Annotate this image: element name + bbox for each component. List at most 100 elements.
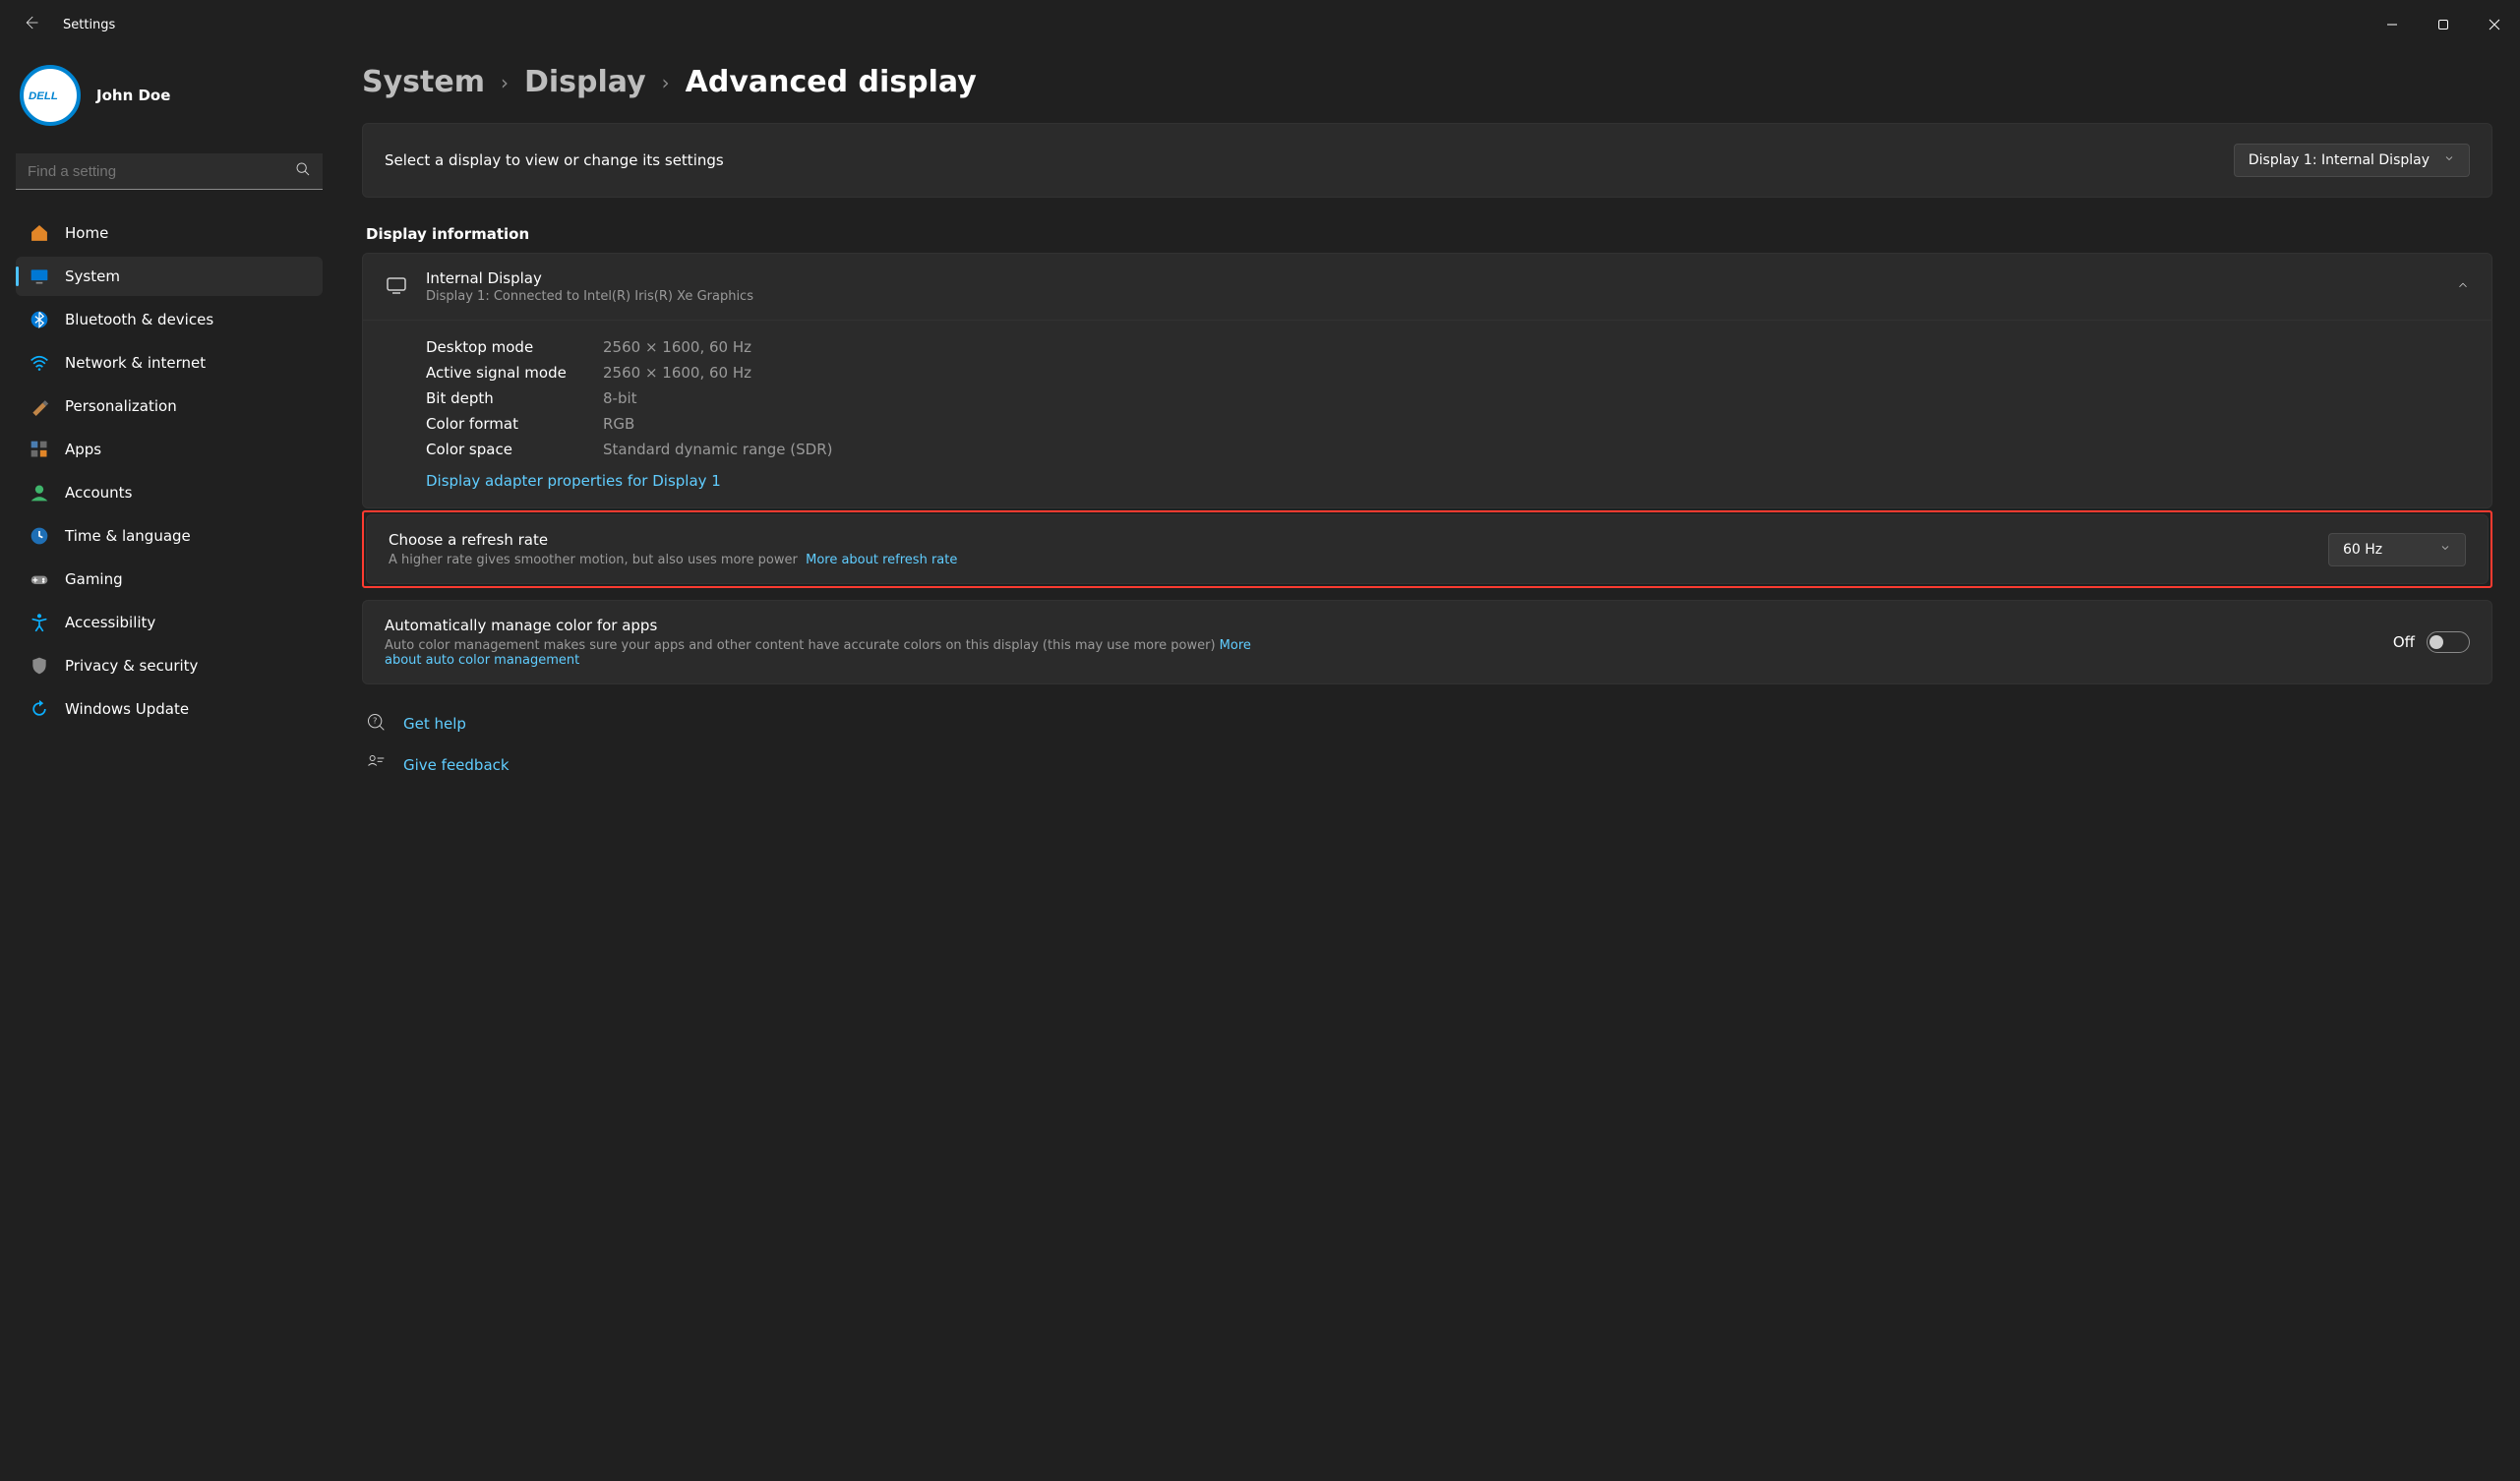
sidebar-item-label: Personalization (65, 397, 177, 415)
chevron-down-icon (2443, 152, 2455, 168)
accounts-icon (30, 483, 49, 503)
search-input[interactable] (28, 163, 295, 180)
gaming-icon (30, 569, 49, 589)
svg-text:DELL: DELL (29, 90, 58, 102)
spec-value: 8-bit (603, 389, 637, 407)
select-display-prompt: Select a display to view or change its s… (385, 151, 724, 169)
refresh-rate-card: Choose a refresh rate A higher rate give… (366, 514, 2489, 584)
sidebar-item-accounts[interactable]: Accounts (16, 473, 323, 512)
chevron-right-icon: › (501, 71, 509, 94)
auto-color-toggle[interactable]: Off (2393, 631, 2470, 653)
spec-row: Color space Standard dynamic range (SDR) (426, 437, 2470, 462)
update-icon (30, 699, 49, 719)
help-icon: ? (366, 712, 386, 736)
network-icon (30, 353, 49, 373)
svg-text:?: ? (373, 716, 377, 726)
sidebar-item-label: Accessibility (65, 614, 155, 631)
sidebar-item-label: System (65, 267, 120, 285)
spec-value: 2560 × 1600, 60 Hz (603, 338, 751, 356)
sidebar-item-gaming[interactable]: Gaming (16, 560, 323, 599)
help-links: ? Get help Give feedback (362, 712, 2492, 777)
sidebar-item-update[interactable]: Windows Update (16, 689, 323, 729)
sidebar-item-label: Privacy & security (65, 657, 198, 675)
spec-key: Color format (426, 415, 573, 433)
get-help-row[interactable]: ? Get help (366, 712, 2492, 736)
give-feedback-link[interactable]: Give feedback (403, 756, 510, 774)
sidebar-item-privacy[interactable]: Privacy & security (16, 646, 323, 685)
select-display-card: Select a display to view or change its s… (362, 123, 2492, 198)
close-button[interactable] (2469, 0, 2520, 49)
sidebar-item-personalization[interactable]: Personalization (16, 386, 323, 426)
sidebar-search[interactable] (16, 153, 323, 190)
breadcrumb: System › Display › Advanced display (362, 65, 2492, 99)
user-name: John Doe (96, 87, 170, 104)
bluetooth-icon (30, 310, 49, 329)
toggle-state: Off (2393, 633, 2415, 651)
section-heading: Display information (366, 225, 2492, 243)
spec-value: RGB (603, 415, 634, 433)
sidebar-item-label: Windows Update (65, 700, 189, 718)
sidebar-item-system[interactable]: System (16, 257, 323, 296)
spec-row: Active signal mode2560 × 1600, 60 Hz (426, 360, 2470, 385)
accessibility-icon (30, 613, 49, 632)
window-controls (2367, 0, 2520, 49)
home-icon (30, 223, 49, 243)
sidebar-item-label: Time & language (65, 527, 191, 545)
clock-icon (30, 526, 49, 546)
breadcrumb-display[interactable]: Display (524, 65, 646, 99)
main-content: System › Display › Advanced display Sele… (334, 49, 2520, 1481)
system-icon (30, 267, 49, 286)
maximize-button[interactable] (2418, 0, 2469, 49)
breadcrumb-current: Advanced display (686, 65, 977, 99)
sidebar-item-time[interactable]: Time & language (16, 516, 323, 556)
select-display-dropdown[interactable]: Display 1: Internal Display (2234, 144, 2470, 177)
back-icon[interactable] (22, 14, 39, 35)
shield-icon (30, 656, 49, 676)
display-info-header[interactable]: Internal Display Display 1: Connected to… (363, 254, 2491, 321)
sidebar-item-bluetooth[interactable]: Bluetooth & devices (16, 300, 323, 339)
sidebar: DELL John Doe Home System Bluetooth & de… (0, 49, 334, 1481)
user-account[interactable]: DELL John Doe (16, 65, 323, 126)
sidebar-item-label: Network & internet (65, 354, 206, 372)
get-help-link[interactable]: Get help (403, 715, 466, 733)
spec-key: Desktop mode (426, 338, 573, 356)
adapter-properties-link[interactable]: Display adapter properties for Display 1 (426, 472, 721, 490)
spec-value: Standard dynamic range (SDR) (603, 441, 832, 458)
app-title: Settings (63, 18, 115, 32)
give-feedback-row[interactable]: Give feedback (366, 753, 2492, 777)
spec-key: Color space (426, 441, 573, 458)
minimize-button[interactable] (2367, 0, 2418, 49)
refresh-rate-title: Choose a refresh rate (389, 531, 957, 549)
display-info-subtitle: Display 1: Connected to Intel(R) Iris(R)… (426, 289, 2438, 304)
refresh-rate-more-link[interactable]: More about refresh rate (806, 553, 957, 567)
dropdown-value: 60 Hz (2343, 542, 2382, 558)
chevron-down-icon (2439, 542, 2451, 558)
auto-color-card: Automatically manage color for apps Auto… (362, 600, 2492, 684)
spec-value: 2560 × 1600, 60 Hz (603, 364, 751, 382)
sidebar-item-accessibility[interactable]: Accessibility (16, 603, 323, 642)
highlighted-refresh-rate: Choose a refresh rate A higher rate give… (362, 510, 2492, 588)
spec-key: Bit depth (426, 389, 573, 407)
sidebar-item-network[interactable]: Network & internet (16, 343, 323, 383)
sidebar-nav: Home System Bluetooth & devices Network … (16, 213, 323, 729)
auto-color-subtitle: Auto color management makes sure your ap… (385, 638, 1260, 668)
sidebar-item-label: Apps (65, 441, 101, 458)
sidebar-item-home[interactable]: Home (16, 213, 323, 253)
spec-row: Color format RGB (426, 411, 2470, 437)
personalization-icon (30, 396, 49, 416)
chevron-up-icon[interactable] (2456, 278, 2470, 296)
feedback-icon (366, 753, 386, 777)
toggle-switch[interactable] (2427, 631, 2470, 653)
sidebar-item-label: Home (65, 224, 108, 242)
sidebar-item-label: Accounts (65, 484, 132, 502)
display-info-card: Internal Display Display 1: Connected to… (362, 253, 2492, 508)
refresh-rate-dropdown[interactable]: 60 Hz (2328, 533, 2466, 566)
display-spec-grid: Desktop mode 2560 × 1600, 60 Hz Active si… (363, 321, 2491, 507)
breadcrumb-system[interactable]: System (362, 65, 485, 99)
sidebar-item-apps[interactable]: Apps (16, 430, 323, 469)
monitor-icon (385, 273, 408, 301)
dropdown-value: Display 1: Internal Display (2249, 152, 2430, 168)
sidebar-item-label: Bluetooth & devices (65, 311, 213, 328)
apps-icon (30, 440, 49, 459)
sidebar-item-label: Gaming (65, 570, 123, 588)
